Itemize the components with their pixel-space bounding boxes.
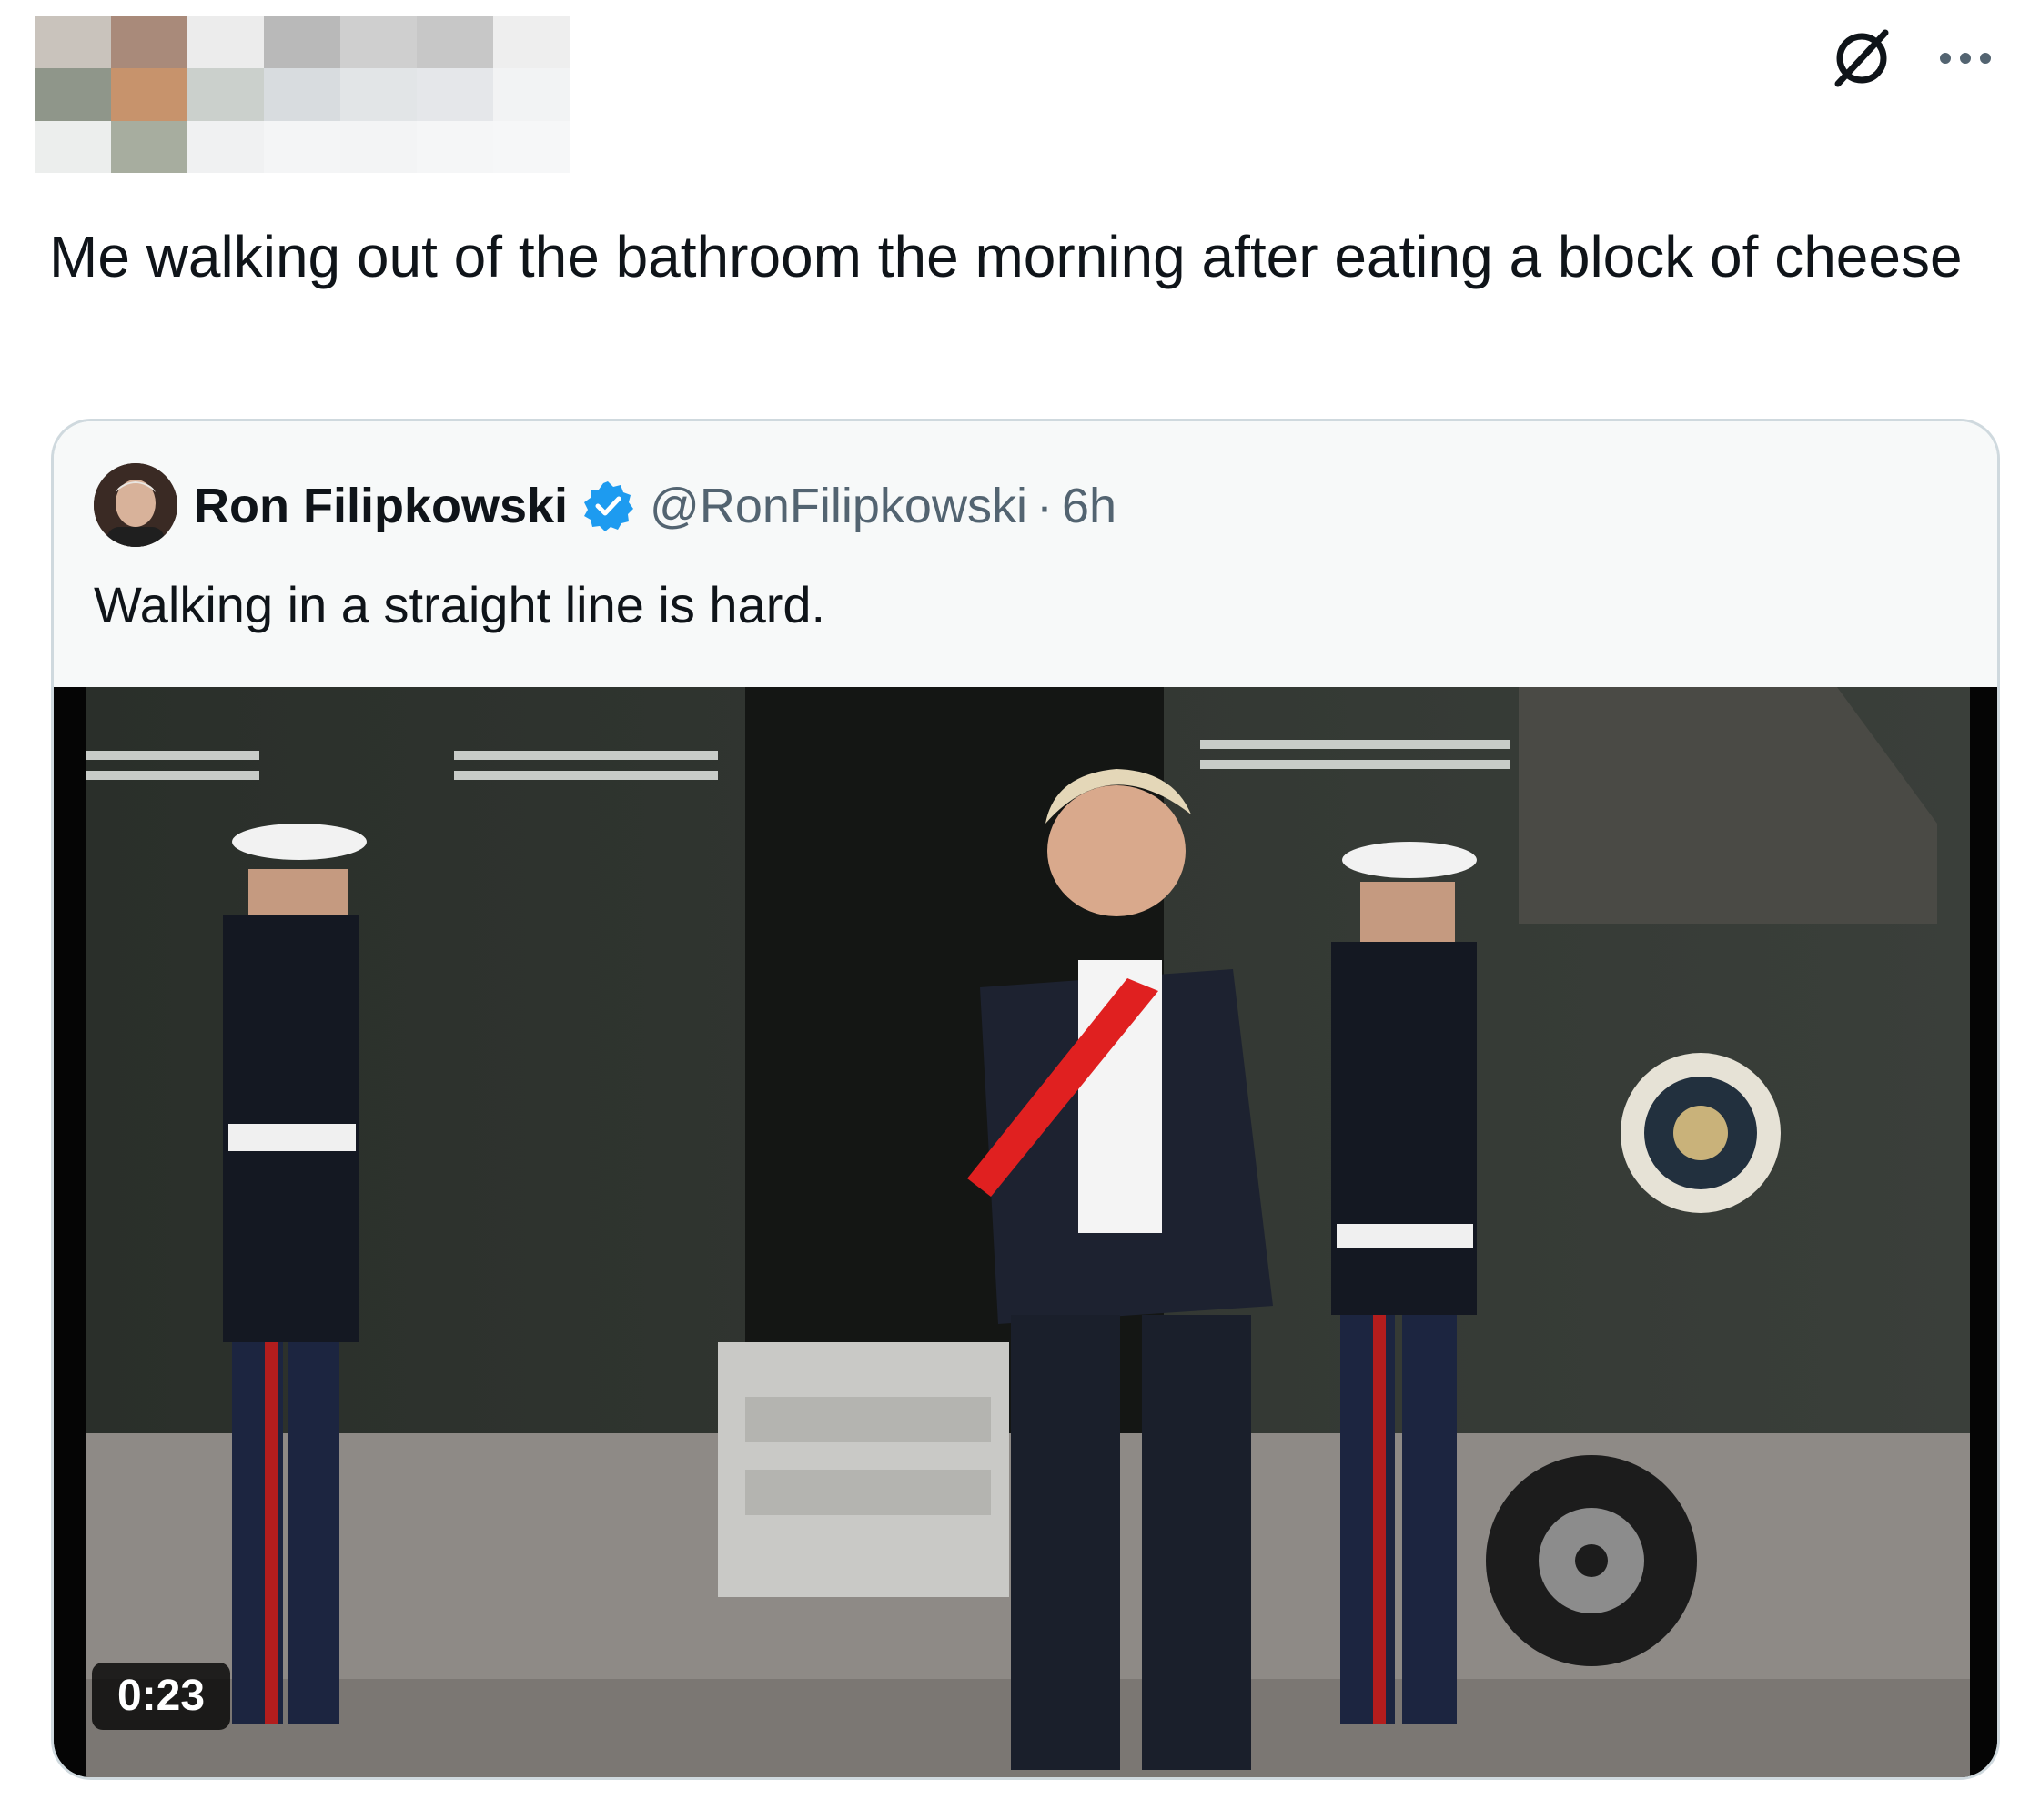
pixel-block bbox=[111, 16, 187, 69]
pixel-block bbox=[340, 68, 417, 121]
quoted-tweet-meta: Ron Filipkowski @RonFilipkowski · 6h bbox=[194, 465, 1116, 547]
pixel-block bbox=[493, 120, 570, 173]
pixel-block bbox=[35, 16, 111, 69]
meta-separator: · bbox=[1035, 479, 1053, 533]
more-icon bbox=[1938, 51, 1993, 70]
timestamp[interactable]: 6h bbox=[1062, 478, 1116, 534]
pixel-block bbox=[264, 120, 340, 173]
pixel-block bbox=[493, 16, 570, 69]
quoted-tweet-card[interactable]: Ron Filipkowski @RonFilipkowski · 6h Wal… bbox=[51, 419, 2000, 1780]
grok-button[interactable] bbox=[1818, 16, 1905, 104]
pixelated-user-header bbox=[35, 16, 570, 173]
pixel-block bbox=[493, 68, 570, 121]
pixel-block bbox=[417, 120, 493, 173]
avatar[interactable] bbox=[94, 463, 177, 547]
pixel-block bbox=[35, 68, 111, 121]
video-duration-badge: 0:23 bbox=[92, 1663, 231, 1730]
pixel-block bbox=[111, 68, 187, 121]
more-options-button[interactable] bbox=[1933, 27, 1998, 93]
author-handle[interactable]: @RonFilipkowski bbox=[650, 478, 1027, 534]
grok-icon bbox=[1825, 22, 1898, 99]
author-name[interactable]: Ron Filipkowski bbox=[194, 478, 568, 534]
pixel-block bbox=[187, 16, 264, 69]
pixel-block bbox=[340, 16, 417, 69]
pixel-block bbox=[340, 120, 417, 173]
pixel-block bbox=[35, 120, 111, 173]
pixel-block bbox=[417, 16, 493, 69]
verified-badge-icon bbox=[581, 479, 635, 533]
pixel-block bbox=[264, 16, 340, 69]
quoted-tweet-header: Ron Filipkowski @RonFilipkowski · 6h Wal… bbox=[54, 421, 1997, 687]
video-frame bbox=[54, 687, 1997, 1777]
pixel-block bbox=[187, 120, 264, 173]
pixel-block bbox=[187, 68, 264, 121]
tweet-actions bbox=[1818, 24, 1998, 96]
quoted-tweet-text: Walking in a straight line is hard. bbox=[94, 576, 826, 633]
pixel-block bbox=[264, 68, 340, 121]
pixel-block bbox=[111, 120, 187, 173]
video-player[interactable]: 0:23 bbox=[54, 687, 1997, 1777]
tweet-text: Me walking out of the bathroom the morni… bbox=[49, 224, 1963, 289]
pixel-block bbox=[417, 68, 493, 121]
